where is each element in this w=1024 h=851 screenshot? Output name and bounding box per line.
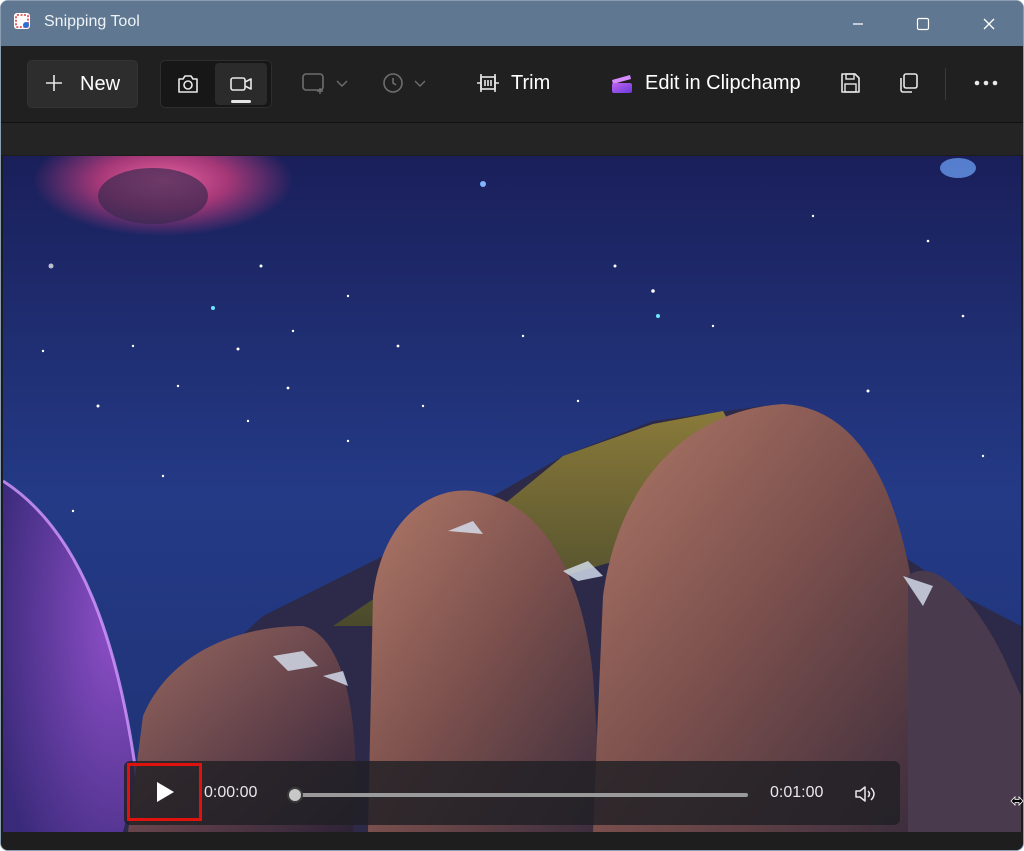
minimize-button[interactable]: [825, 1, 891, 46]
canvas-bottom-margin: [1, 832, 1023, 850]
copy-button[interactable]: [888, 60, 928, 106]
title-bar: Snipping Tool: [1, 1, 1023, 46]
new-button[interactable]: New: [27, 60, 138, 108]
toolbar: New Trim Edit in Clipchamp: [1, 46, 1023, 123]
rectangle-snip-icon: [302, 73, 324, 94]
resize-cursor-icon: [1010, 796, 1024, 806]
video-player-controls: 0:00:00 0:01:00: [124, 761, 900, 825]
camera-icon: [178, 75, 198, 93]
close-button[interactable]: [956, 1, 1022, 46]
active-mode-indicator: [231, 100, 251, 103]
plus-icon: [46, 75, 62, 91]
clipchamp-button-label: Edit in Clipchamp: [645, 71, 801, 94]
video-preview: 0:00:00 0:01:00: [3, 156, 1021, 832]
timer-dropdown[interactable]: [381, 60, 427, 106]
snip-shape-dropdown[interactable]: [301, 60, 349, 106]
video-frame-image: [3, 156, 1021, 832]
play-icon: [156, 782, 174, 802]
clipchamp-icon: [612, 75, 632, 93]
more-options-button[interactable]: [966, 60, 1006, 106]
capture-mode-toggle: [160, 60, 272, 108]
timer-icon: [383, 73, 403, 93]
minimize-icon: [853, 22, 863, 25]
seek-thumb[interactable]: [287, 787, 303, 803]
maximize-icon: [916, 17, 930, 30]
snipping-tool-app-icon: [14, 13, 30, 29]
canvas-top-margin: [1, 123, 1023, 155]
copy-icon: [900, 73, 918, 93]
close-icon: [983, 18, 995, 29]
more-icon: [974, 80, 998, 86]
save-icon: [841, 73, 860, 93]
trim-button-label: Trim: [511, 71, 551, 94]
toolbar-separator: [945, 68, 946, 100]
current-time: 0:00:00: [204, 784, 258, 801]
edit-in-clipchamp-button[interactable]: Edit in Clipchamp: [609, 60, 801, 106]
video-camera-icon: [230, 77, 252, 91]
volume-button[interactable]: [850, 779, 882, 809]
trim-icon: [477, 74, 499, 92]
play-button[interactable]: [127, 763, 202, 821]
chevron-down-icon: [336, 80, 348, 87]
volume-icon: [855, 786, 875, 802]
screenshot-mode-button[interactable]: [163, 63, 213, 105]
video-mode-button[interactable]: [215, 63, 267, 105]
seek-bar[interactable]: [294, 793, 748, 797]
chevron-down-icon: [414, 80, 426, 87]
trim-button[interactable]: Trim: [475, 60, 550, 106]
save-button[interactable]: [830, 60, 870, 106]
window-title: Snipping Tool: [44, 13, 140, 30]
snipping-tool-window: Snipping Tool New Trim Edit in Clipchamp…: [0, 0, 1024, 851]
maximize-button[interactable]: [890, 1, 956, 46]
new-button-label: New: [80, 73, 121, 95]
total-duration: 0:01:00: [770, 784, 824, 801]
